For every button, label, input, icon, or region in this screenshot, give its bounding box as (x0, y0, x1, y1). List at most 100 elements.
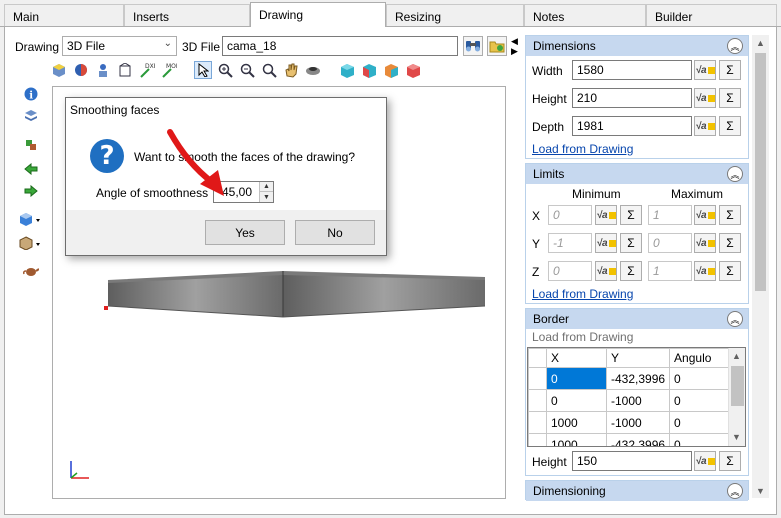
table-cell[interactable]: 0 (669, 411, 735, 434)
cube-icon[interactable] (50, 61, 68, 79)
formula-icon[interactable]: √a (694, 116, 716, 136)
column-header[interactable]: X (546, 348, 607, 368)
table-cell[interactable]: 1000 (546, 433, 607, 446)
height-input[interactable]: 210 (572, 88, 692, 108)
sigma-button[interactable]: Σ (620, 261, 642, 281)
collapse-icon[interactable]: ︽ (727, 483, 743, 499)
sphere-icon[interactable] (72, 61, 90, 79)
sigma-button[interactable]: Σ (719, 261, 741, 281)
view-top-icon[interactable] (404, 61, 422, 79)
teapot-icon[interactable] (22, 262, 40, 280)
collapse-icon[interactable]: ︽ (727, 311, 743, 327)
tab-notes[interactable]: Notes (524, 4, 646, 26)
limits-header[interactable]: Limits ︽ (526, 164, 748, 184)
properties-scrollbar[interactable]: ▲ ▼ (752, 35, 769, 498)
sigma-button[interactable]: Σ (719, 205, 741, 225)
dimensions-header[interactable]: Dimensions ︽ (526, 36, 748, 56)
border-grid[interactable]: X Y Angulo 0 -432,3996 0 0 -1000 0 1000 … (527, 347, 746, 447)
table-cell[interactable]: 1000 (546, 411, 607, 434)
spin-up-icon[interactable]: ▲ (259, 182, 273, 192)
formula-icon[interactable]: √a (694, 233, 716, 253)
zoom-out-icon[interactable] (238, 61, 256, 79)
grid-scrollbar[interactable]: ▲ ▼ (728, 348, 745, 446)
tab-inserts[interactable]: Inserts (124, 4, 250, 26)
limit-min-input[interactable]: 0 (548, 205, 592, 225)
formula-icon[interactable]: √a (694, 205, 716, 225)
arrow-right-icon[interactable] (22, 182, 40, 200)
scroll-down-icon[interactable]: ▼ (732, 432, 741, 442)
table-cell[interactable]: 0 (669, 367, 735, 390)
table-cell[interactable]: 0 (669, 389, 735, 412)
table-cell[interactable]: 0 (546, 367, 607, 390)
panel-toggle-arrows-icon[interactable]: ◀ ▶ (511, 36, 518, 56)
rotate-icon[interactable] (304, 61, 322, 79)
layers-icon[interactable] (22, 107, 40, 125)
collapse-icon[interactable]: ︽ (727, 38, 743, 54)
sigma-button[interactable]: Σ (719, 116, 741, 136)
formula-icon[interactable]: √a (694, 60, 716, 80)
formula-icon[interactable]: √a (694, 261, 716, 281)
limits-load-link[interactable]: Load from Drawing (532, 287, 633, 301)
cube-dropdown-icon[interactable] (18, 210, 44, 228)
arrow-left-icon[interactable] (22, 160, 40, 178)
limit-min-input[interactable]: 0 (548, 261, 592, 281)
dimensioning-header[interactable]: Dimensioning ︽ (526, 481, 748, 501)
table-row[interactable]: 0 -432,3996 0 (528, 367, 735, 390)
column-header[interactable]: Angulo (669, 348, 735, 368)
table-row[interactable]: 1000 -1000 0 (528, 411, 735, 434)
table-cell[interactable]: -1000 (605, 411, 671, 434)
border-height-input[interactable]: 150 (572, 451, 692, 471)
sigma-button[interactable]: Σ (719, 60, 741, 80)
sigma-button[interactable]: Σ (719, 451, 741, 471)
table-cell[interactable]: 0 (669, 433, 735, 446)
drawing-type-select[interactable]: 3D File ⌄ (62, 36, 177, 56)
table-row[interactable]: 0 -1000 0 (528, 389, 735, 412)
formula-icon[interactable]: √a (694, 88, 716, 108)
pan-hand-icon[interactable] (282, 61, 300, 79)
tab-builder[interactable]: Builder (646, 4, 777, 26)
limit-max-input[interactable]: 1 (648, 205, 692, 225)
sigma-button[interactable]: Σ (719, 233, 741, 253)
no-button[interactable]: No (295, 220, 375, 245)
row-header-cell[interactable] (528, 411, 547, 434)
tab-main[interactable]: Main (4, 4, 124, 26)
width-input[interactable]: 1580 (572, 60, 692, 80)
zoom-in-icon[interactable] (216, 61, 234, 79)
tab-drawing[interactable]: Drawing (250, 2, 386, 27)
scroll-up-icon[interactable]: ▲ (732, 351, 741, 361)
table-cell[interactable]: -432,3996 (605, 433, 671, 446)
table-cell[interactable]: 0 (546, 389, 607, 412)
row-header-cell[interactable] (528, 367, 547, 390)
info-icon[interactable]: i (22, 85, 40, 103)
mob-icon[interactable]: MOB (160, 61, 178, 79)
collapse-icon[interactable]: ︽ (727, 166, 743, 182)
pointer-icon[interactable] (194, 61, 212, 79)
limit-min-input[interactable]: -1 (548, 233, 592, 253)
formula-icon[interactable]: √a (694, 451, 716, 471)
yes-button[interactable]: Yes (205, 220, 285, 245)
view-side-icon[interactable] (360, 61, 378, 79)
row-header-cell[interactable] (528, 433, 547, 446)
dxf-icon[interactable]: DXF (138, 61, 156, 79)
sigma-button[interactable]: Σ (620, 205, 642, 225)
limit-max-input[interactable]: 1 (648, 261, 692, 281)
move-parts-icon[interactable] (22, 136, 40, 154)
sigma-button[interactable]: Σ (719, 88, 741, 108)
scroll-down-icon[interactable]: ▼ (756, 486, 765, 496)
view-front-icon[interactable] (338, 61, 356, 79)
spin-down-icon[interactable]: ▼ (259, 192, 273, 202)
person-icon[interactable] (94, 61, 112, 79)
table-cell[interactable]: -1000 (605, 389, 671, 412)
box-dropdown-icon[interactable] (18, 234, 44, 252)
table-cell[interactable]: -432,3996 (605, 367, 671, 390)
tab-resizing[interactable]: Resizing (386, 4, 524, 26)
box-import-icon[interactable] (116, 61, 134, 79)
depth-input[interactable]: 1981 (572, 116, 692, 136)
binoculars-icon[interactable] (463, 36, 483, 56)
folder-add-icon[interactable] (487, 36, 507, 56)
dimensions-load-link[interactable]: Load from Drawing (532, 142, 633, 156)
formula-icon[interactable]: √a (595, 233, 617, 253)
zoom-window-icon[interactable] (260, 61, 278, 79)
scroll-thumb[interactable] (731, 366, 744, 406)
column-header[interactable]: Y (605, 348, 671, 368)
